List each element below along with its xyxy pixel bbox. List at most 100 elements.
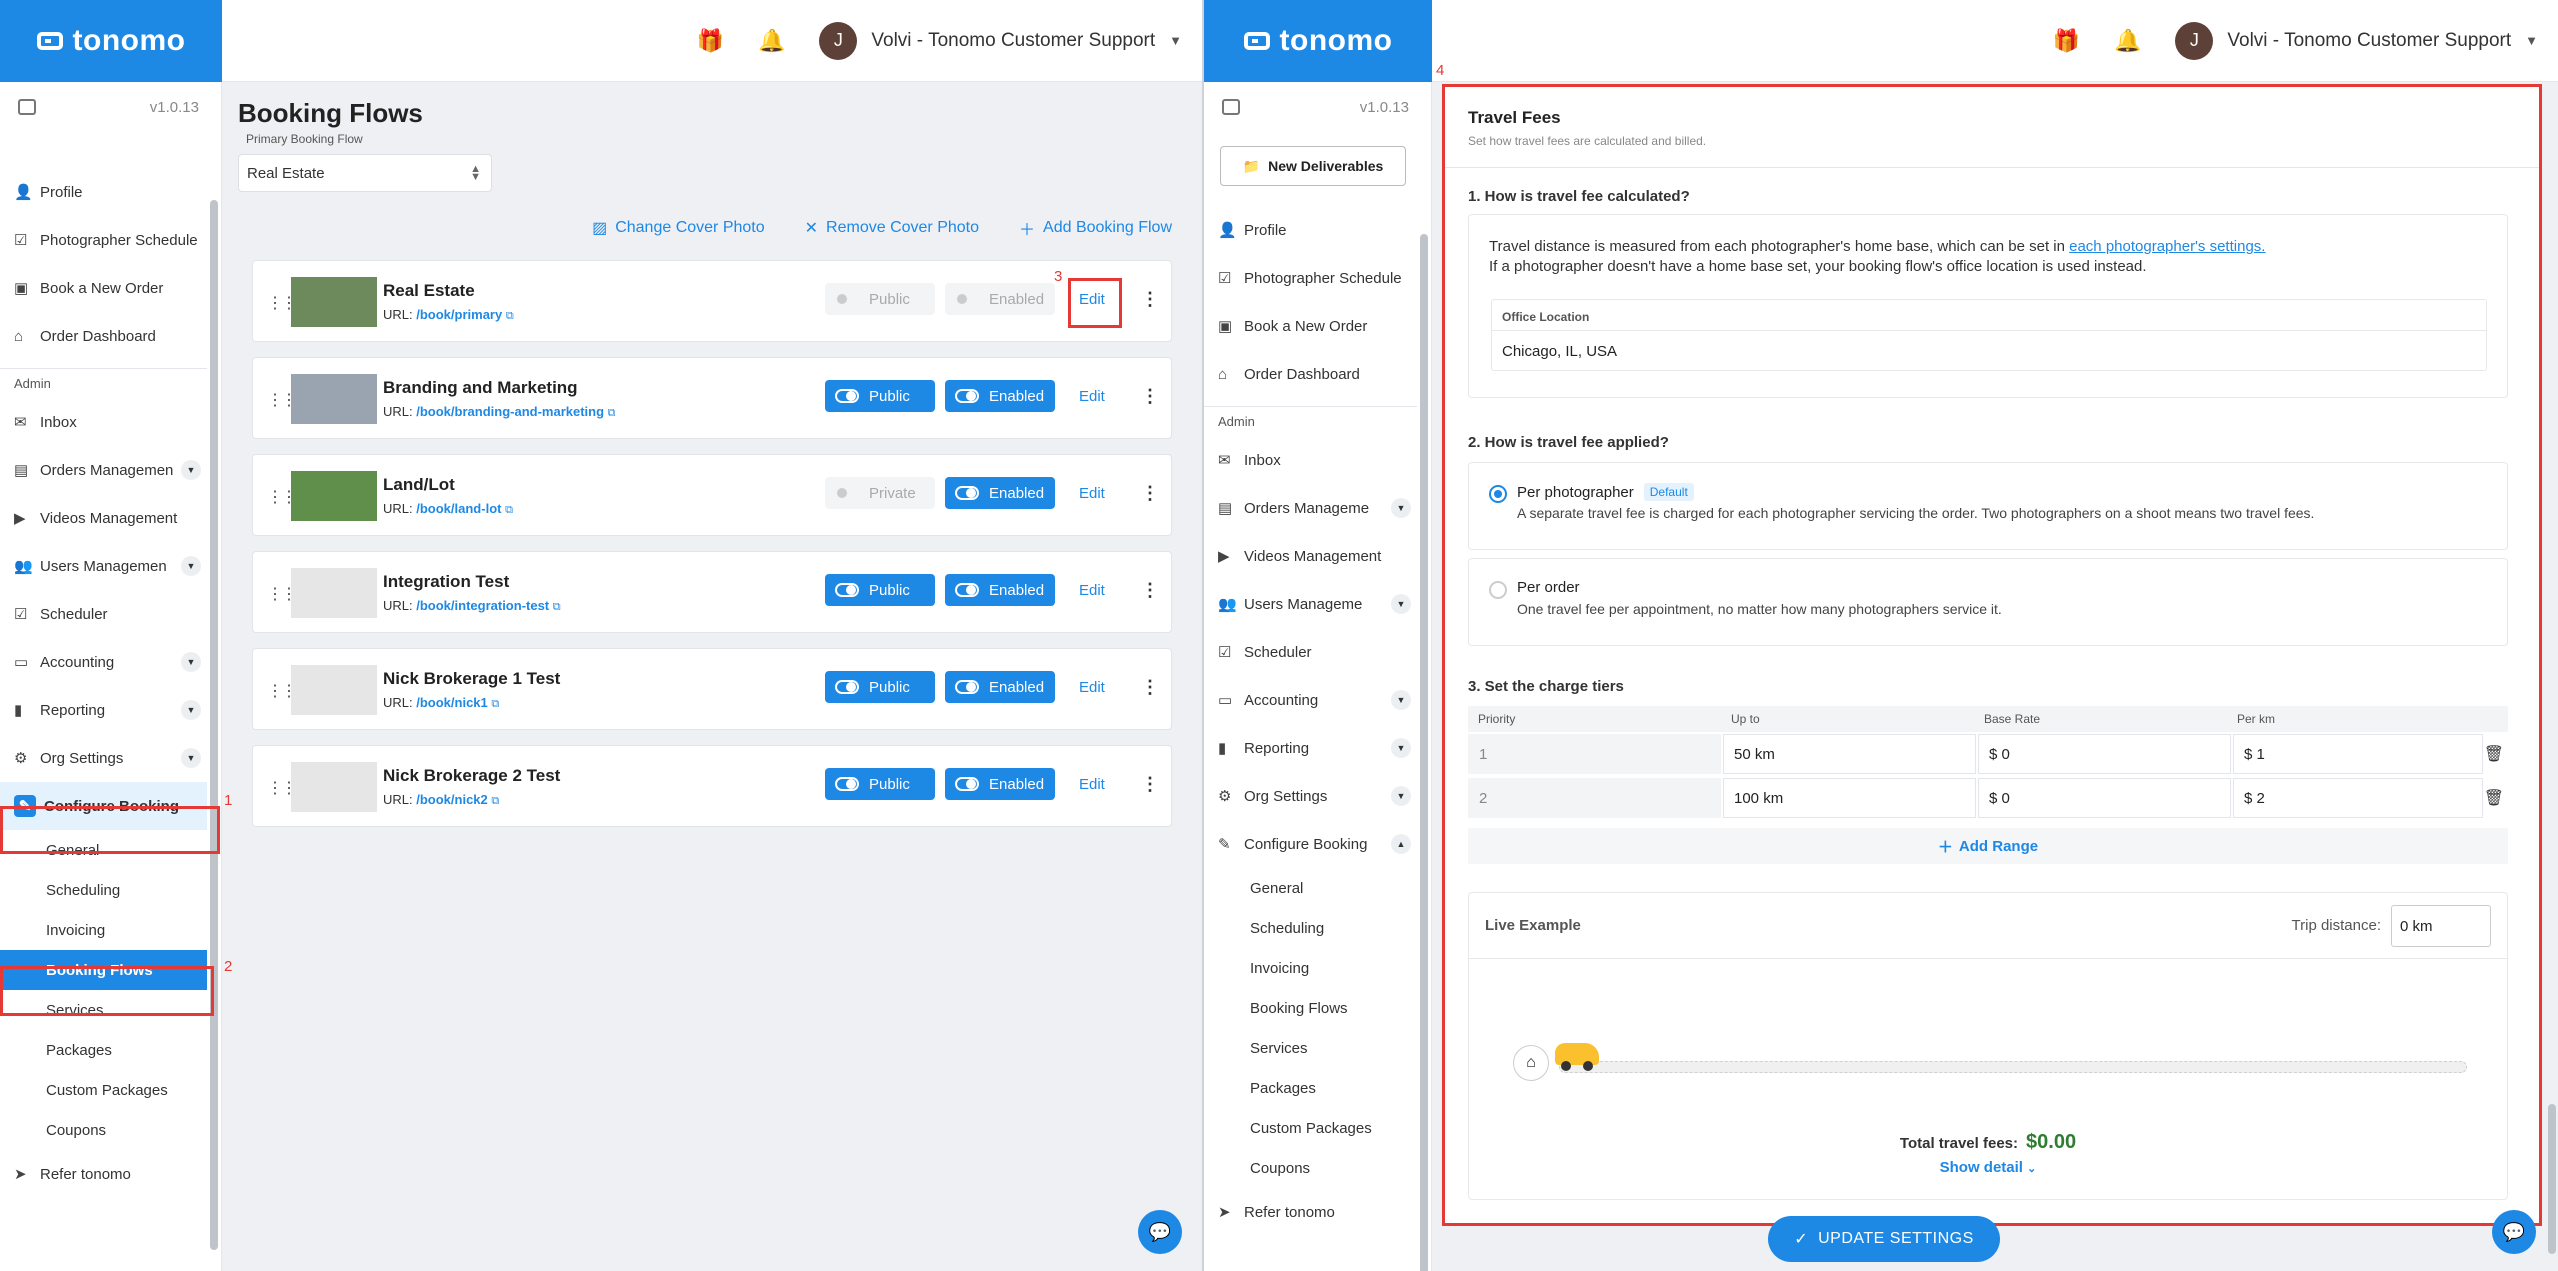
booking-flow-row[interactable]: ⋮⋮ Nick Brokerage 2 Test URL: /book/nick2 … (252, 745, 1172, 827)
expand-icon[interactable]: ▼ (1391, 594, 1411, 614)
flow-url-link[interactable]: /book/branding-and-marketing (416, 404, 604, 419)
external-link-icon[interactable]: ⧉ (491, 698, 499, 710)
gift-icon[interactable]: 🎁 (2053, 28, 2080, 54)
sidebar-item-videos-management[interactable]: ▶ Videos Management (0, 494, 207, 542)
sidebar-item-profile[interactable]: 👤 Profile (0, 168, 207, 216)
sidebar-sub-packages[interactable]: Packages (0, 1030, 207, 1070)
main-scrollbar[interactable] (2548, 84, 2556, 1264)
new-deliverables-button[interactable]: 📁 New Deliverables (1220, 146, 1406, 186)
sidebar-sub-invoicing[interactable]: Invoicing (1204, 948, 1417, 988)
primary-booking-flow-select[interactable]: Real Estate ▲ ▼ (238, 154, 492, 192)
remove-cover-photo-button[interactable]: ✕ Remove Cover Photo (805, 216, 979, 240)
expand-icon[interactable]: ▼ (1391, 498, 1411, 518)
enabled-toggle[interactable]: Enabled (945, 671, 1055, 703)
enabled-toggle[interactable]: Enabled (945, 380, 1055, 412)
sidebar-item-inbox[interactable]: ✉ Inbox (1204, 436, 1417, 484)
more-vert-icon[interactable]: ⋮ (1141, 483, 1159, 504)
sidebar-item-accounting[interactable]: ▭ Accounting ▼ (0, 638, 207, 686)
visibility-toggle[interactable]: Private (825, 477, 935, 509)
sidebar-item-configure-booking[interactable]: ✎ Configure Booking ▲ (1204, 820, 1417, 868)
expand-icon[interactable]: ▼ (181, 748, 201, 768)
sidebar-sub-general[interactable]: General (1204, 868, 1417, 908)
sidebar-item-users-management[interactable]: 👥 Users Manageme ▼ (1204, 580, 1417, 628)
scrollbar-thumb[interactable] (1420, 234, 1428, 1271)
sidebar-sub-custom-packages[interactable]: Custom Packages (0, 1070, 207, 1110)
flow-url-link[interactable]: /book/nick1 (416, 695, 488, 710)
scrollbar-thumb[interactable] (2548, 1104, 2556, 1254)
gift-icon[interactable]: 🎁 (697, 28, 724, 54)
booking-flow-row[interactable]: ⋮⋮ Land/Lot URL: /book/land-lot ⧉ Private En… (252, 454, 1172, 536)
edit-button[interactable]: Edit (1079, 485, 1105, 502)
user-menu[interactable]: J Volvi - Tonomo Customer Support ▼ (2175, 21, 2538, 60)
booking-flow-row[interactable]: ⋮⋮ Nick Brokerage 1 Test URL: /book/nick1 … (252, 648, 1172, 730)
sidebar-item-scheduler[interactable]: ☑ Scheduler (0, 590, 207, 638)
sidebar-item-accounting[interactable]: ▭ Accounting ▼ (1204, 676, 1417, 724)
sidebar-scrollbar[interactable] (1420, 144, 1428, 1271)
sidebar-sub-custom-packages[interactable]: Custom Packages (1204, 1108, 1417, 1148)
sidebar-sub-invoicing[interactable]: Invoicing (0, 910, 207, 950)
scrollbar-thumb[interactable] (210, 200, 218, 1250)
external-link-icon[interactable]: ⧉ (608, 407, 616, 419)
sidebar-item-profile[interactable]: 👤 Profile (1204, 206, 1417, 254)
sidebar-item-book-new-order[interactable]: ▣ Book a New Order (1204, 302, 1417, 350)
sidebar-item-users-management[interactable]: 👥 Users Managemen ▼ (0, 542, 207, 590)
flow-url-link[interactable]: /book/primary (416, 307, 502, 322)
sidebar-item-inbox[interactable]: ✉ Inbox (0, 398, 207, 446)
sidebar-sub-coupons[interactable]: Coupons (1204, 1148, 1417, 1188)
enabled-toggle[interactable]: Enabled (945, 768, 1055, 800)
edit-button[interactable]: Edit (1079, 388, 1105, 405)
chat-button[interactable]: 💬 (2492, 1210, 2536, 1254)
sidebar-item-photographer-schedule[interactable]: ☑ Photographer Schedule (1204, 254, 1417, 302)
sidebar-item-refer[interactable]: ➤ Refer tonomo (0, 1150, 207, 1198)
more-vert-icon[interactable]: ⋮ (1141, 677, 1159, 698)
sidebar-scrollbar[interactable] (210, 144, 218, 1261)
sidebar-item-book-new-order[interactable]: ▣ Book a New Order (0, 264, 207, 312)
flow-url-link[interactable]: /book/land-lot (416, 501, 501, 516)
flow-url-link[interactable]: /book/nick2 (416, 792, 488, 807)
sidebar-item-reporting[interactable]: ▮ Reporting ▼ (1204, 724, 1417, 772)
edit-button[interactable]: Edit (1079, 582, 1105, 599)
external-link-icon[interactable]: ⧉ (506, 310, 514, 322)
sidebar-item-org-settings[interactable]: ⚙ Org Settings ▼ (1204, 772, 1417, 820)
more-vert-icon[interactable]: ⋮ (1141, 386, 1159, 407)
enabled-toggle[interactable]: Enabled (945, 477, 1055, 509)
user-menu[interactable]: J Volvi - Tonomo Customer Support ▼ (819, 21, 1182, 60)
sidebar-item-orders-management[interactable]: ▤ Orders Managemen ▼ (0, 446, 207, 494)
sidebar-sub-coupons[interactable]: Coupons (0, 1110, 207, 1150)
more-vert-icon[interactable]: ⋮ (1141, 289, 1159, 310)
add-booking-flow-button[interactable]: ＋ Add Booking Flow (1019, 216, 1172, 240)
sidebar-item-reporting[interactable]: ▮ Reporting ▼ (0, 686, 207, 734)
sidebar-item-org-settings[interactable]: ⚙ Org Settings ▼ (0, 734, 207, 782)
edit-button[interactable]: Edit (1079, 776, 1105, 793)
flow-url-link[interactable]: /book/integration-test (416, 598, 549, 613)
collapse-icon[interactable]: ▲ (1391, 834, 1411, 854)
update-settings-button[interactable]: ✓ UPDATE SETTINGS (1768, 1216, 2000, 1262)
tonomo-logo[interactable]: tonomo (0, 0, 222, 82)
collapse-sidebar-icon[interactable] (18, 99, 36, 115)
bell-icon[interactable]: 🔔 (758, 28, 785, 54)
tonomo-logo[interactable]: tonomo (1204, 0, 1432, 82)
sidebar-sub-booking-flows[interactable]: Booking Flows (1204, 988, 1417, 1028)
expand-icon[interactable]: ▼ (181, 700, 201, 720)
change-cover-photo-button[interactable]: ▨ Change Cover Photo (592, 216, 765, 240)
edit-button[interactable]: Edit (1079, 679, 1105, 696)
sidebar-sub-packages[interactable]: Packages (1204, 1068, 1417, 1108)
sidebar-item-photographer-schedule[interactable]: ☑ Photographer Schedule (0, 216, 207, 264)
sidebar-item-videos-management[interactable]: ▶ Videos Management (1204, 532, 1417, 580)
sidebar-item-refer[interactable]: ➤ Refer tonomo (1204, 1188, 1417, 1236)
visibility-toggle[interactable]: Public (825, 671, 935, 703)
visibility-toggle[interactable]: Public (825, 768, 935, 800)
expand-icon[interactable]: ▼ (1391, 786, 1411, 806)
chat-button[interactable]: 💬 (1138, 1210, 1182, 1254)
expand-icon[interactable]: ▼ (1391, 690, 1411, 710)
sidebar-item-scheduler[interactable]: ☑ Scheduler (1204, 628, 1417, 676)
sidebar-sub-services[interactable]: Services (1204, 1028, 1417, 1068)
sidebar-sub-scheduling[interactable]: Scheduling (1204, 908, 1417, 948)
expand-icon[interactable]: ▼ (1391, 738, 1411, 758)
visibility-toggle[interactable]: Public (825, 380, 935, 412)
expand-icon[interactable]: ▼ (181, 460, 201, 480)
sidebar-sub-scheduling[interactable]: Scheduling (0, 870, 207, 910)
external-link-icon[interactable]: ⧉ (491, 795, 499, 807)
sidebar-item-order-dashboard[interactable]: ⌂ Order Dashboard (0, 312, 207, 360)
expand-icon[interactable]: ▼ (181, 652, 201, 672)
